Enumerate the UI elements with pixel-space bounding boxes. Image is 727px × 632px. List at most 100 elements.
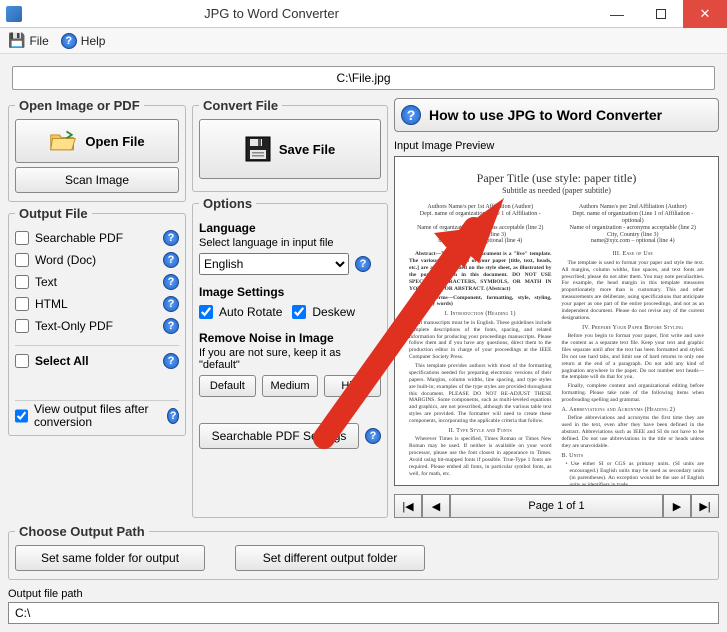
searchable-pdf-settings-button[interactable]: Searchable PDF Settings [199,423,359,449]
close-button[interactable] [683,0,727,28]
minimize-button[interactable] [595,0,639,28]
help-icon [61,33,77,49]
app-icon [6,6,22,22]
options-legend: Options [199,196,256,211]
doc-sec1-head: I. Introduction (Heading 1) [409,311,552,319]
output-file-legend: Output File [15,206,92,221]
format-html-label: HTML [35,297,68,311]
noise-note: If you are not sure, keep it as "default… [199,347,381,371]
pager-next-button[interactable]: ▶ [663,494,691,518]
doc-sec4-p1: Before you begin to format your paper, f… [562,333,705,381]
select-all-checkbox[interactable] [15,354,29,368]
pager-last-button[interactable]: ▶| [691,494,719,518]
noise-high-button[interactable]: High [324,375,381,397]
format-textonly-pdf-checkbox[interactable] [15,319,29,333]
set-same-folder-button[interactable]: Set same folder for output [15,545,205,571]
image-settings-heading: Image Settings [199,285,381,299]
convert-file-group: Convert File Save File [192,98,388,192]
doc-author-right: Authors Name/s per 2nd Affiliation (Auth… [562,204,705,245]
help-icon[interactable] [163,274,179,290]
set-different-folder-button[interactable]: Set different output folder [235,545,425,571]
language-heading: Language [199,221,381,235]
menu-file[interactable]: 💾 File [8,32,49,49]
output-path-input[interactable] [8,602,719,624]
open-file-button[interactable]: Open File [15,119,179,163]
help-icon[interactable] [365,428,381,444]
choose-output-path-group: Choose Output Path Set same folder for o… [8,524,719,580]
doc-sec4b-li1: Use either SI or CGS as primary units. (… [570,461,705,486]
doc-sec1-p2: This template provides authors with most… [409,363,552,425]
deskew-label: Deskew [312,305,355,319]
noise-heading: Remove Noise in Image [199,331,381,345]
doc-subtitle: Subtitle as needed (paper subtitle) [409,186,704,196]
view-after-label: View output files after conversion [34,403,155,429]
pager-first-button[interactable]: |◀ [394,494,422,518]
doc-sec2-p1: Wherever Times is specified, Times Roman… [409,436,552,477]
save-file-button[interactable]: Save File [199,119,381,179]
scan-image-button[interactable]: Scan Image [15,167,179,193]
doc-sec3-p1: The template is used to format your pape… [562,260,705,322]
help-icon [401,105,421,125]
doc-sec4b-head: B. Units [562,453,705,461]
help-icon[interactable] [167,408,179,424]
output-file-group: Output File Searchable PDF Word (Doc) Te… [8,206,186,436]
floppy-disk-icon [245,136,271,162]
auto-rotate-checkbox[interactable] [199,305,213,319]
folder-open-icon [49,129,77,153]
menu-help-label: Help [81,34,106,48]
menu-help[interactable]: Help [61,33,106,49]
save-file-label: Save File [279,142,335,157]
help-icon[interactable] [163,318,179,334]
output-path-label: Output file path [8,588,719,600]
help-icon[interactable] [163,353,179,369]
auto-rotate-label: Auto Rotate [219,305,282,319]
format-searchable-pdf-checkbox[interactable] [15,231,29,245]
format-html-checkbox[interactable] [15,297,29,311]
pager: |◀ ◀ Page 1 of 1 ▶ ▶| [394,494,719,518]
doc-author-left: Authors Name/s per 1st Affiliation (Auth… [409,204,552,245]
file-path-display: C:\File.jpg [12,66,715,90]
input-image-preview: Paper Title (use style: paper title) Sub… [394,156,719,486]
language-select[interactable]: English [199,253,349,275]
format-searchable-pdf-label: Searchable PDF [35,231,123,245]
choose-output-path-legend: Choose Output Path [15,524,149,539]
convert-file-legend: Convert File [199,98,282,113]
open-image-group: Open Image or PDF Open File Scan Image [8,98,186,202]
help-icon[interactable] [355,256,371,272]
maximize-button[interactable] [639,0,683,28]
doc-sec4-p2: Finally, complete content and organizati… [562,383,705,404]
open-file-label: Open File [85,134,144,149]
how-to-use-label: How to use JPG to Word Converter [429,107,662,123]
doc-abstract: Abstract—This electronic document is a "… [409,251,552,291]
format-textonly-pdf-label: Text-Only PDF [35,319,113,333]
help-icon[interactable] [163,252,179,268]
view-after-checkbox[interactable] [15,409,28,423]
doc-title: Paper Title (use style: paper title) [409,171,704,186]
format-text-checkbox[interactable] [15,275,29,289]
pager-prev-button[interactable]: ◀ [422,494,450,518]
doc-index-terms: Index Terms—Component, formatting, style… [409,295,552,308]
select-all-label: Select All [35,354,89,368]
preview-label: Input Image Preview [394,140,719,152]
doc-sec4a-head: A. Abbreviations and Acronyms (Heading 2… [562,407,705,415]
format-text-label: Text [35,275,57,289]
doc-sec4a-p1: Define abbreviations and acronyms the fi… [562,415,705,449]
noise-default-button[interactable]: Default [199,375,256,397]
doc-sec3-head: III. Ease of Use [562,251,705,259]
format-word-label: Word (Doc) [35,253,96,267]
options-group: Options Language Select language in inpu… [192,196,388,518]
open-image-legend: Open Image or PDF [15,98,144,113]
help-icon[interactable] [163,296,179,312]
how-to-use-button[interactable]: How to use JPG to Word Converter [394,98,719,132]
doc-sec2-head: II. Type Style and Fonts [409,428,552,436]
language-note: Select language in input file [199,237,381,249]
deskew-checkbox[interactable] [292,305,306,319]
doc-sec4-head: IV. Prepare Your Paper Before Styling [562,325,705,333]
help-icon[interactable] [163,230,179,246]
format-word-checkbox[interactable] [15,253,29,267]
doc-sec1-p1: All manuscripts must be in English. Thes… [409,320,552,361]
window-title: JPG to Word Converter [28,6,595,21]
noise-medium-button[interactable]: Medium [262,375,319,397]
disk-icon: 💾 [8,32,25,49]
menu-file-label: File [29,34,48,48]
